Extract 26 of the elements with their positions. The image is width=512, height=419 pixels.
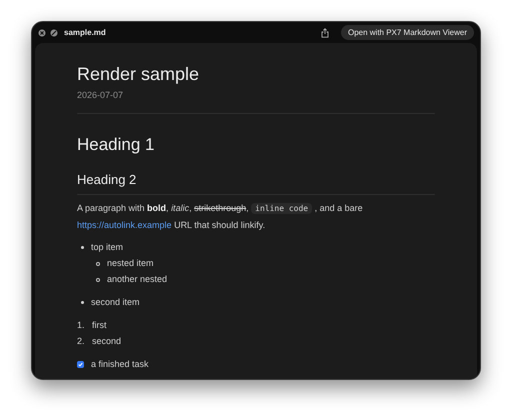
url-link[interactable]: https://autolink.example [77,220,172,230]
share-icon[interactable] [320,28,329,38]
list-item: top item [91,240,124,254]
document-title: Render sample [77,63,200,86]
bullet-icon [81,246,84,249]
circle-bullet-icon [96,262,100,266]
checkmark-icon [78,362,83,367]
circle-bullet-icon [96,278,100,282]
list-item: nested item [107,256,154,270]
heading-1: Heading 1 [77,134,156,156]
paragraph-text: A paragraph with bold, italic, strikethrough, inline code , and a bare https://autolink.example URL that should linkify. [77,202,364,232]
prohibited-icon[interactable] [50,28,58,36]
list-item: second [92,334,122,348]
list-number: 2. [77,334,86,348]
list-number: 1. [77,318,86,332]
task-checkbox[interactable] [77,361,84,368]
list-item: first [92,318,106,332]
task-item: a finished task [91,358,149,371]
document-date: 2026-07-07 [77,89,124,102]
list-item: another nested [107,272,168,286]
list-item: second item [91,296,140,309]
open-with-button[interactable]: Open with PX7 Markdown Viewer [340,25,474,40]
heading-2: Heading 2 [77,170,138,188]
close-icon[interactable] [38,28,46,36]
bullet-icon [81,301,84,304]
window-title: sample.md [64,26,106,38]
